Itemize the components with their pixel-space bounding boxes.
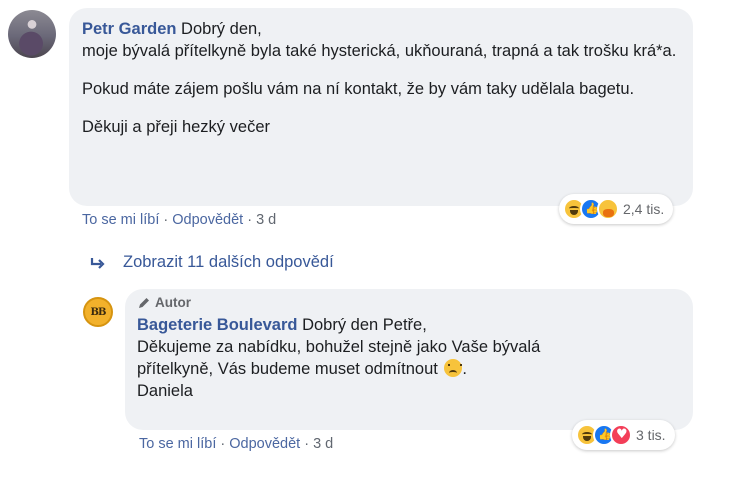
view-more-replies-link[interactable]: Zobrazit 11 dalších odpovědí (90, 253, 334, 272)
reply-actions: To se mi líbí · Odpovědět · 3 d (139, 436, 333, 452)
care-icon (597, 198, 619, 220)
reply-line-3: přítelkyně, Vás budeme muset odmítnout (137, 360, 438, 378)
reaction-count: 3 tis. (636, 427, 666, 443)
view-more-replies-label: Zobrazit 11 dalších odpovědí (123, 253, 334, 271)
love-icon (610, 424, 632, 446)
reply-line-2: Děkujeme za nabídku, bohužel stejně jako… (137, 338, 541, 356)
comment-author-link[interactable]: Petr Garden (82, 20, 176, 38)
separator: · (304, 436, 314, 452)
comment-reactions[interactable]: 2,4 tis. (559, 194, 674, 224)
reply-link[interactable]: Odpovědět (172, 212, 243, 228)
reply-line-3-end: . (462, 360, 468, 378)
avatar-bageterie-boulevard[interactable]: BB (83, 297, 113, 327)
separator: · (247, 212, 257, 228)
comment-paragraph-1: Petr Garden Dobrý den, moje bývalá příte… (82, 18, 679, 62)
reply-greeting: Dobrý den Petře, (302, 316, 427, 334)
reply-timestamp[interactable]: 3 d (313, 436, 333, 452)
reply-reactions[interactable]: 3 tis. (572, 420, 675, 450)
like-link[interactable]: To se mi líbí (139, 436, 216, 452)
comment-actions: To se mi líbí · Odpovědět · 3 d (82, 212, 276, 228)
separator: · (163, 212, 173, 228)
comment-paragraph-3: Děkuji a přeji hezký večer (82, 118, 270, 136)
pencil-icon (139, 297, 149, 308)
reply-arrow-icon (90, 257, 105, 269)
comment-greeting: Dobrý den, (181, 20, 262, 38)
reaction-count: 2,4 tis. (623, 201, 665, 217)
author-badge-label: Autor (155, 295, 191, 310)
author-badge: Autor (137, 295, 679, 310)
bb-logo: BB (90, 306, 107, 318)
separator: · (220, 436, 230, 452)
comment-paragraph-2: Pokud máte zájem pošlu vám na ní kontakt… (82, 80, 635, 98)
like-link[interactable]: To se mi líbí (82, 212, 159, 228)
comment-timestamp[interactable]: 3 d (256, 212, 276, 228)
reply-signature: Daniela (137, 382, 193, 400)
avatar-petr-garden[interactable] (8, 10, 56, 58)
sad-emoji-icon (444, 359, 463, 377)
comment-bubble: Petr Garden Dobrý den, moje bývalá příte… (69, 8, 693, 206)
reply-bubble: Autor Bageterie Boulevard Dobrý den Petř… (125, 289, 693, 430)
comment-text-1: moje bývalá přítelkyně byla také hysteri… (82, 42, 677, 60)
reply-author-link[interactable]: Bageterie Boulevard (137, 316, 297, 334)
reply-link[interactable]: Odpovědět (229, 436, 300, 452)
reply-text: Bageterie Boulevard Dobrý den Petře, Děk… (137, 314, 679, 402)
